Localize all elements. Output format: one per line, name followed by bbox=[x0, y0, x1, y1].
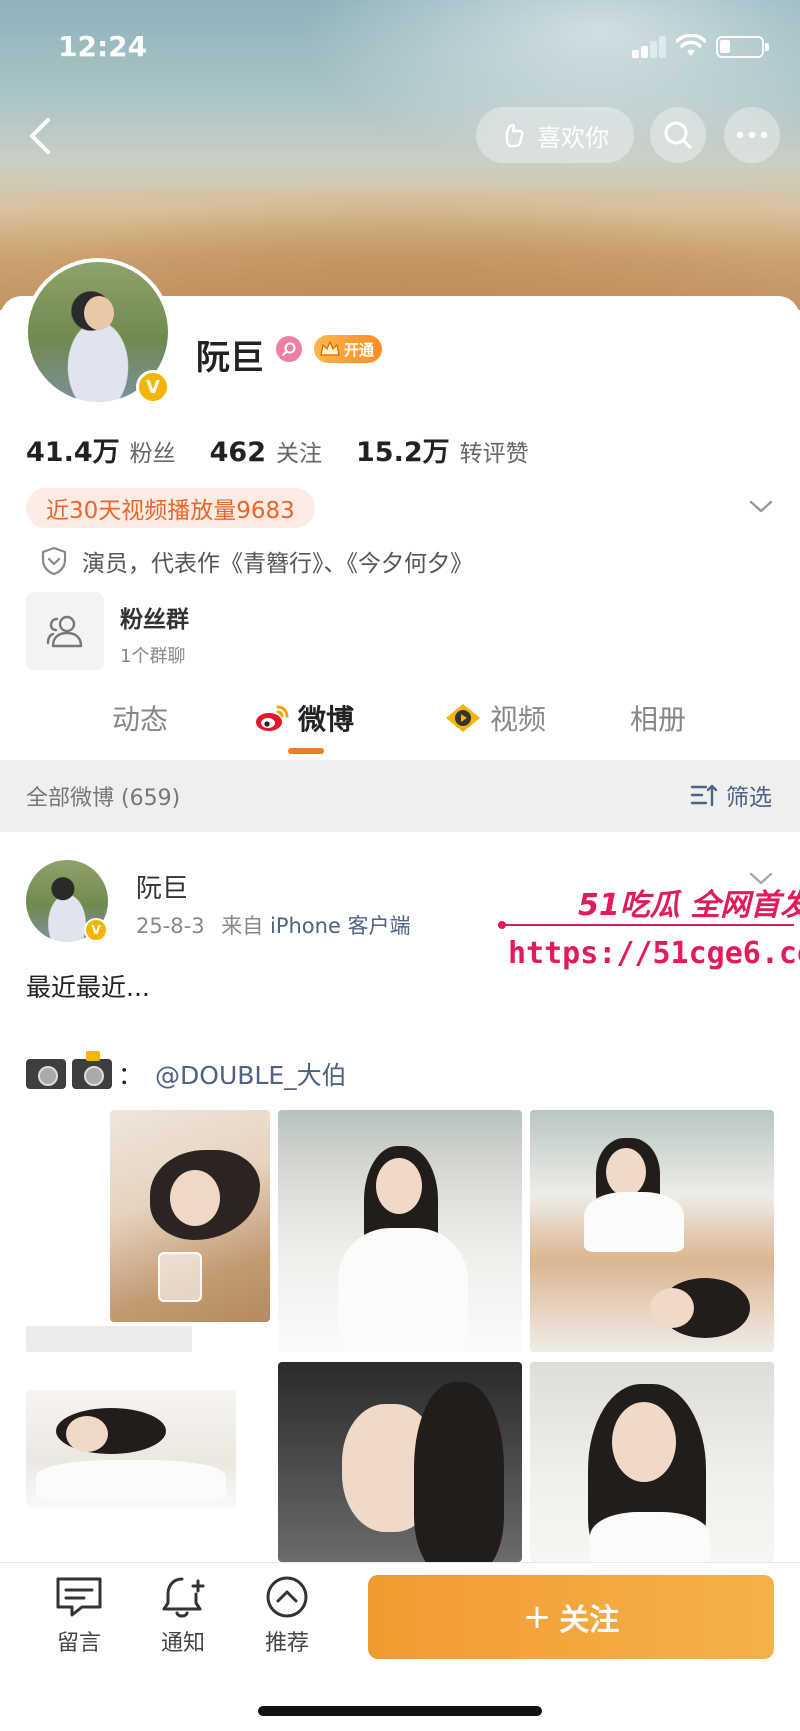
video-channel-icon bbox=[446, 704, 480, 732]
group-people-icon bbox=[46, 615, 83, 648]
profile-bio: 演员，代表作《青簪行》、《今夕何夕》 bbox=[40, 544, 473, 578]
post-meta: 25-8-3 来自 iPhone 客户端 bbox=[136, 910, 411, 940]
stat-value: 15.2万 bbox=[356, 437, 450, 468]
tab-label: 相册 bbox=[630, 703, 687, 736]
more-icon bbox=[736, 131, 768, 139]
status-time: 12:24 bbox=[58, 30, 148, 63]
stat-label: 转评赞 bbox=[459, 441, 529, 467]
watermark-overlay: 51吃瓜 全网首发 https://51cge6.com bbox=[498, 880, 800, 980]
bio-text: 演员，代表作《青簪行》、《今夕何夕》 bbox=[82, 551, 473, 577]
vip-open-badge[interactable]: 开通 bbox=[314, 335, 383, 363]
super-topic-icon[interactable] bbox=[276, 336, 302, 362]
like-you-button[interactable]: 喜欢你 bbox=[476, 107, 634, 163]
follow-button[interactable]: + 关注 bbox=[368, 1575, 774, 1659]
post-photo-2[interactable] bbox=[278, 1110, 522, 1352]
weibo-logo-icon bbox=[256, 705, 289, 731]
active-tab-indicator bbox=[288, 748, 324, 754]
search-button[interactable] bbox=[650, 107, 706, 163]
watermark-divider bbox=[498, 921, 794, 929]
stat-label: 关注 bbox=[276, 441, 322, 467]
video-play-count-badge[interactable]: 近30天视频播放量9683 bbox=[26, 488, 315, 528]
tab-label: 视频 bbox=[490, 703, 547, 736]
message-button[interactable]: 留言 bbox=[34, 1575, 124, 1657]
notify-button[interactable]: 通知 bbox=[138, 1575, 228, 1657]
watermark-url: https://51cge6.com bbox=[508, 936, 800, 971]
more-button[interactable] bbox=[724, 107, 780, 163]
follow-label: 关注 bbox=[559, 1603, 620, 1638]
camera-icon bbox=[26, 1059, 66, 1089]
all-weibo-count: 全部微博 (659) bbox=[26, 786, 181, 811]
post-date: 25-8-3 bbox=[136, 914, 205, 938]
message-label: 留言 bbox=[56, 1631, 101, 1656]
stat-label: 粉丝 bbox=[129, 441, 176, 467]
signal-icon bbox=[632, 36, 668, 58]
post-body-text: 最近最近... bbox=[26, 973, 150, 1002]
post-photo-1-caption-placeholder bbox=[26, 1326, 192, 1352]
avatar-face bbox=[84, 296, 114, 330]
tab-weibo[interactable]: 微博 bbox=[254, 692, 354, 744]
post-photo-credit: ： @DOUBLE_大伯 bbox=[26, 1051, 347, 1092]
fan-group-entry[interactable]: 粉丝群 1个群聊 bbox=[26, 592, 189, 670]
verified-badge-icon: V bbox=[136, 370, 170, 404]
tab-video[interactable]: 视频 bbox=[444, 692, 546, 744]
back-arrow-icon[interactable] bbox=[20, 112, 60, 160]
watermark-title: 51吃瓜 全网首发 bbox=[578, 888, 800, 923]
status-bar: 12:24 bbox=[0, 0, 800, 96]
battery-icon bbox=[716, 36, 769, 58]
tab-album[interactable]: 相册 bbox=[630, 692, 686, 744]
post-photo-5[interactable] bbox=[278, 1362, 522, 1562]
profile-tabs: 动态 微博 视频 相册 bbox=[0, 692, 800, 760]
battery-level bbox=[720, 40, 730, 53]
plus-icon: + bbox=[522, 1597, 552, 1637]
filter-bar: 全部微博 (659) 筛选 bbox=[0, 760, 800, 832]
filter-label: 筛选 bbox=[726, 785, 772, 811]
home-indicator bbox=[258, 1706, 542, 1716]
fan-group-text: 粉丝群 1个群聊 bbox=[120, 592, 189, 670]
crown-icon bbox=[320, 340, 340, 356]
post-source-prefix: 来自 bbox=[221, 914, 264, 938]
credit-colon: ： bbox=[118, 1061, 144, 1090]
stat-following[interactable]: 462 关注 bbox=[210, 434, 322, 468]
notify-label: 通知 bbox=[160, 1631, 205, 1656]
wifi-icon bbox=[676, 34, 706, 56]
post-source[interactable]: iPhone 客户端 bbox=[270, 914, 411, 938]
message-bubble-icon bbox=[56, 1577, 102, 1617]
profile-stats: 41.4万 粉丝 462 关注 15.2万 转评赞 bbox=[26, 430, 529, 469]
filter-button[interactable]: 筛选 bbox=[690, 778, 772, 812]
post-photo-4[interactable] bbox=[26, 1390, 236, 1508]
chevron-up-circle-icon bbox=[266, 1576, 308, 1618]
post-photo-6[interactable] bbox=[530, 1362, 774, 1562]
post-photo-1[interactable] bbox=[110, 1110, 270, 1322]
mention-link[interactable]: @DOUBLE_大伯 bbox=[155, 1056, 347, 1092]
verified-badge-icon: V bbox=[84, 918, 108, 942]
tab-label: 动态 bbox=[112, 703, 169, 736]
tab-dynamic[interactable]: 动态 bbox=[112, 692, 168, 744]
stat-value: 41.4万 bbox=[26, 437, 120, 468]
recommend-label: 推荐 bbox=[264, 1631, 309, 1656]
post-photo-3[interactable] bbox=[530, 1110, 774, 1352]
stat-interactions[interactable]: 15.2万 转评赞 bbox=[356, 430, 529, 469]
fan-group-icon-box bbox=[26, 592, 104, 670]
tab-label: 微博 bbox=[298, 703, 355, 736]
vip-open-label: 开通 bbox=[344, 340, 375, 359]
chevron-down-icon[interactable] bbox=[748, 496, 774, 516]
camera-flash-icon bbox=[72, 1051, 112, 1089]
recommend-button[interactable]: 推荐 bbox=[242, 1575, 332, 1657]
fan-group-subtitle: 1个群聊 bbox=[120, 646, 186, 667]
profile-name: 阮巨 bbox=[196, 338, 264, 378]
stat-followers[interactable]: 41.4万 粉丝 bbox=[26, 430, 176, 469]
post-author-name[interactable]: 阮巨 bbox=[136, 868, 188, 905]
like-hand-icon bbox=[505, 123, 524, 148]
fan-group-title: 粉丝群 bbox=[120, 607, 189, 633]
search-icon bbox=[664, 121, 692, 149]
stat-value: 462 bbox=[209, 437, 266, 468]
filter-icon bbox=[690, 784, 718, 807]
bell-plus-icon bbox=[162, 1577, 205, 1618]
shield-icon bbox=[41, 546, 67, 576]
like-you-label: 喜欢你 bbox=[537, 123, 609, 152]
